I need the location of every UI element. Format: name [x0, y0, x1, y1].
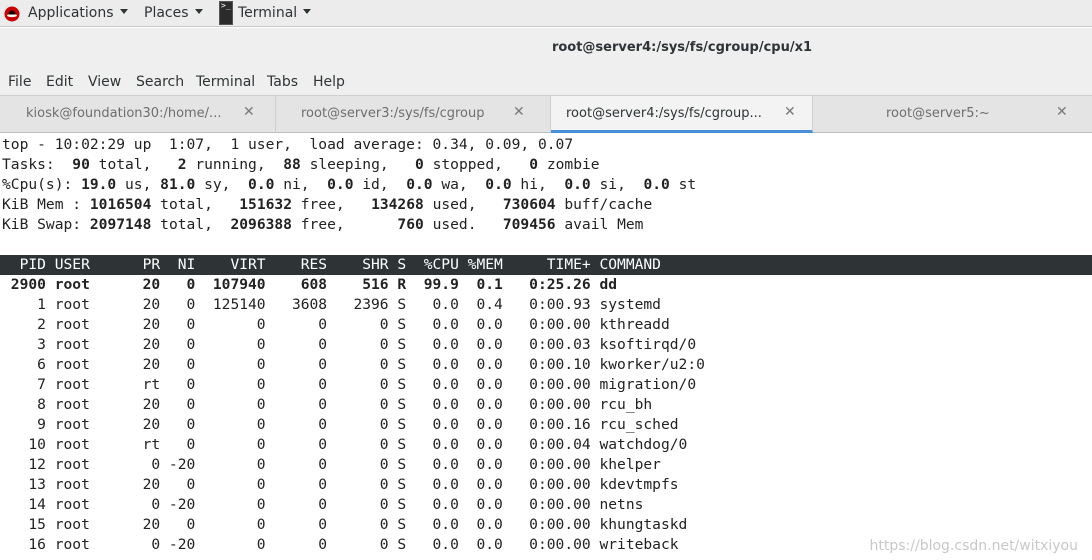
tab-kiosk-foundation30[interactable]: kiosk@foundation30:/home/... ✕	[0, 96, 276, 133]
process-row: 7 root rt 0 0 0 0 S 0.0 0.0 0:00.00 migr…	[2, 376, 697, 393]
process-header-text: PID USER PR NI VIRT RES SHR S %CPU %MEM …	[2, 256, 661, 273]
redhat-logo-icon	[4, 6, 20, 22]
process-row: 13 root 20 0 0 0 0 S 0.0 0.0 0:00.00 kde…	[2, 476, 679, 493]
chevron-down-icon	[194, 9, 203, 14]
close-icon[interactable]: ✕	[513, 104, 525, 120]
process-row: 3 root 20 0 0 0 0 S 0.0 0.0 0:00.03 ksof…	[2, 336, 697, 353]
applications-menu[interactable]: Applications	[28, 0, 128, 27]
chevron-down-icon	[119, 9, 128, 14]
process-row: 6 root 20 0 0 0 0 S 0.0 0.0 0:00.10 kwor…	[2, 356, 705, 373]
tab-label: root@server5:~	[886, 106, 990, 121]
menu-view[interactable]: View	[88, 74, 121, 90]
tab-label: kiosk@foundation30:/home/...	[26, 106, 222, 121]
watermark: https://blog.csdn.net/witxiyou	[869, 538, 1078, 554]
top-panel: Applications Places >_ Terminal	[0, 0, 1092, 27]
places-menu-label: Places	[144, 5, 189, 21]
tab-label: root@server3:/sys/fs/cgroup	[301, 106, 485, 121]
process-row: 10 root rt 0 0 0 0 S 0.0 0.0 0:00.04 wat…	[2, 436, 688, 453]
window-titlebar[interactable]: root@server4:/sys/fs/cgroup/cpu/x1	[0, 28, 1092, 68]
process-row: 1 root 20 0 125140 3608 2396 S 0.0 0.4 0…	[2, 296, 661, 313]
process-row: 12 root 0 -20 0 0 0 S 0.0 0.0 0:00.00 kh…	[2, 456, 661, 473]
terminal-app-icon: >_	[219, 1, 233, 25]
menu-help[interactable]: Help	[313, 74, 345, 90]
tab-server5[interactable]: root@server5:~ ✕	[813, 96, 1092, 133]
menubar: File Edit View Search Terminal Tabs Help	[0, 68, 1092, 96]
process-row: 9 root 20 0 0 0 0 S 0.0 0.0 0:00.16 rcu_…	[2, 416, 679, 433]
applications-menu-label: Applications	[28, 5, 114, 21]
chevron-down-icon	[303, 9, 312, 14]
menu-file[interactable]: File	[8, 74, 31, 90]
tab-server3[interactable]: root@server3:/sys/fs/cgroup ✕	[276, 96, 551, 133]
terminal-app-menu-label: Terminal	[238, 5, 298, 21]
menu-edit[interactable]: Edit	[46, 74, 73, 90]
process-row: 16 root 0 -20 0 0 0 S 0.0 0.0 0:00.00 wr…	[2, 536, 679, 553]
process-row: 8 root 20 0 0 0 0 S 0.0 0.0 0:00.00 rcu_…	[2, 396, 653, 413]
tab-server4[interactable]: root@server4:/sys/fs/cgroup... ✕	[551, 96, 813, 133]
close-icon[interactable]: ✕	[784, 104, 796, 120]
menu-tabs[interactable]: Tabs	[267, 74, 298, 90]
tasks-line: Tasks: 90 total, 2 running, 88 sleeping,…	[2, 156, 600, 173]
menu-search[interactable]: Search	[136, 74, 184, 90]
top-summary-line: top - 10:02:29 up 1:07, 1 user, load ave…	[2, 136, 574, 153]
process-row: 15 root 20 0 0 0 0 S 0.0 0.0 0:00.00 khu…	[2, 516, 688, 533]
terminal-output[interactable]: top - 10:02:29 up 1:07, 1 user, load ave…	[0, 133, 1092, 560]
menu-terminal[interactable]: Terminal	[196, 74, 255, 90]
mem-line: KiB Mem : 1016504 total, 151632 free, 13…	[2, 196, 653, 213]
close-icon[interactable]: ✕	[243, 104, 255, 120]
process-row: 14 root 0 -20 0 0 0 S 0.0 0.0 0:00.00 ne…	[2, 496, 644, 513]
process-row: 2900 root 20 0 107940 608 516 R 99.9 0.1…	[2, 276, 618, 293]
cpu-line: %Cpu(s): 19.0 us, 81.0 sy, 0.0 ni, 0.0 i…	[2, 176, 697, 193]
swap-line: KiB Swap: 2097148 total, 2096388 free, 7…	[2, 216, 644, 233]
terminal-app-menu[interactable]: Terminal	[238, 0, 312, 27]
process-row: 2 root 20 0 0 0 0 S 0.0 0.0 0:00.00 kthr…	[2, 316, 670, 333]
places-menu[interactable]: Places	[144, 0, 203, 27]
tab-bar: kiosk@foundation30:/home/... ✕ root@serv…	[0, 96, 1092, 133]
close-icon[interactable]: ✕	[1056, 104, 1068, 120]
tab-label: root@server4:/sys/fs/cgroup...	[566, 106, 762, 121]
process-table-header: PID USER PR NI VIRT RES SHR S %CPU %MEM …	[0, 255, 1092, 275]
window-title: root@server4:/sys/fs/cgroup/cpu/x1	[551, 40, 813, 55]
